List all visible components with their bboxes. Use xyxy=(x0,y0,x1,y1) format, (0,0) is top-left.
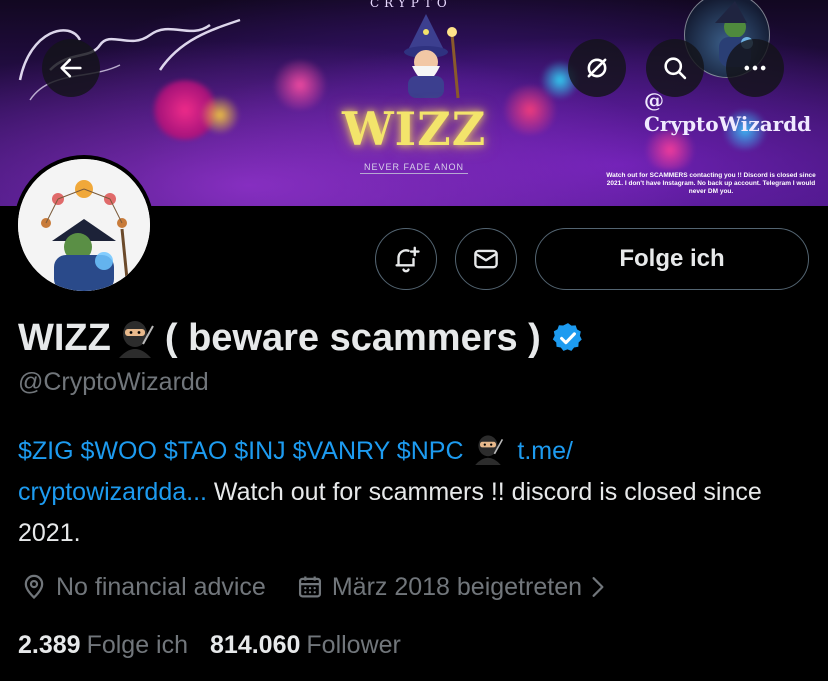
banner-tagline: NEVER FADE ANON xyxy=(360,162,469,174)
display-name-text: WIZZ xyxy=(18,316,111,359)
back-button[interactable] xyxy=(42,39,100,97)
display-name-suffix: ( beware scammers ) xyxy=(164,316,541,359)
message-button[interactable] xyxy=(455,228,517,290)
banner-scam-note: Watch out for SCAMMERS contacting you !!… xyxy=(606,172,816,195)
grok-button[interactable] xyxy=(568,39,626,97)
bio-telegram-link[interactable]: t.me/ xyxy=(517,437,573,465)
calendar-icon xyxy=(298,576,321,598)
bio-telegram-link-cont[interactable]: cryptowizardda... xyxy=(18,478,207,506)
avatar-image xyxy=(18,159,150,291)
paint-splat xyxy=(640,130,700,170)
banner-top-text: CRYPTO xyxy=(370,0,452,10)
envelope-icon xyxy=(474,249,498,269)
location-item: No financial advice xyxy=(20,573,266,602)
arrow-left-icon xyxy=(60,58,82,78)
profile-bio: $ZIG $WOO $TAO $INJ $VANRY $NPC t.me/ cr… xyxy=(18,431,818,554)
followers-stat[interactable]: 814.060 Follower xyxy=(210,631,401,660)
profile-avatar[interactable] xyxy=(14,155,154,295)
profile-handle: @CryptoWizardd xyxy=(18,368,209,396)
bell-plus-icon xyxy=(395,246,420,273)
paint-splat xyxy=(270,60,330,110)
more-button[interactable] xyxy=(726,39,784,97)
verified-badge-icon[interactable] xyxy=(551,321,585,355)
follow-stats: 2.389 Folge ich 814.060 Follower xyxy=(18,627,401,663)
following-count: 2.389 xyxy=(18,630,81,659)
banner-logo-text: WIZZ xyxy=(342,102,487,156)
search-button[interactable] xyxy=(646,39,704,97)
wizard-illustration xyxy=(404,14,460,99)
chevron-right-icon xyxy=(592,577,604,597)
ellipsis-icon xyxy=(744,65,766,71)
ninja-emoji-icon xyxy=(475,435,504,465)
joined-date-text: März 2018 beigetreten xyxy=(331,572,583,601)
profile-meta: No financial advice März 2018 beigetrete… xyxy=(20,568,614,606)
location-text: No financial advice xyxy=(56,572,266,601)
ninja-emoji-icon xyxy=(118,321,154,358)
search-icon xyxy=(664,57,687,80)
display-name: WIZZ ( beware scammers ) xyxy=(18,314,585,362)
notification-bell-button[interactable] xyxy=(375,228,437,290)
following-label: Folge ich xyxy=(86,630,189,659)
followers-count: 814.060 xyxy=(210,630,301,659)
follow-button[interactable]: Folge ich xyxy=(535,228,809,290)
slashed-circle-icon xyxy=(587,58,607,78)
bio-cashtags[interactable]: $ZIG $WOO $TAO $INJ $VANRY $NPC xyxy=(18,437,464,465)
followers-label: Follower xyxy=(306,630,401,659)
following-stat[interactable]: 2.389 Folge ich xyxy=(18,631,188,660)
joined-date-item[interactable]: März 2018 beigetreten xyxy=(296,573,614,602)
location-pin-icon xyxy=(24,574,44,599)
